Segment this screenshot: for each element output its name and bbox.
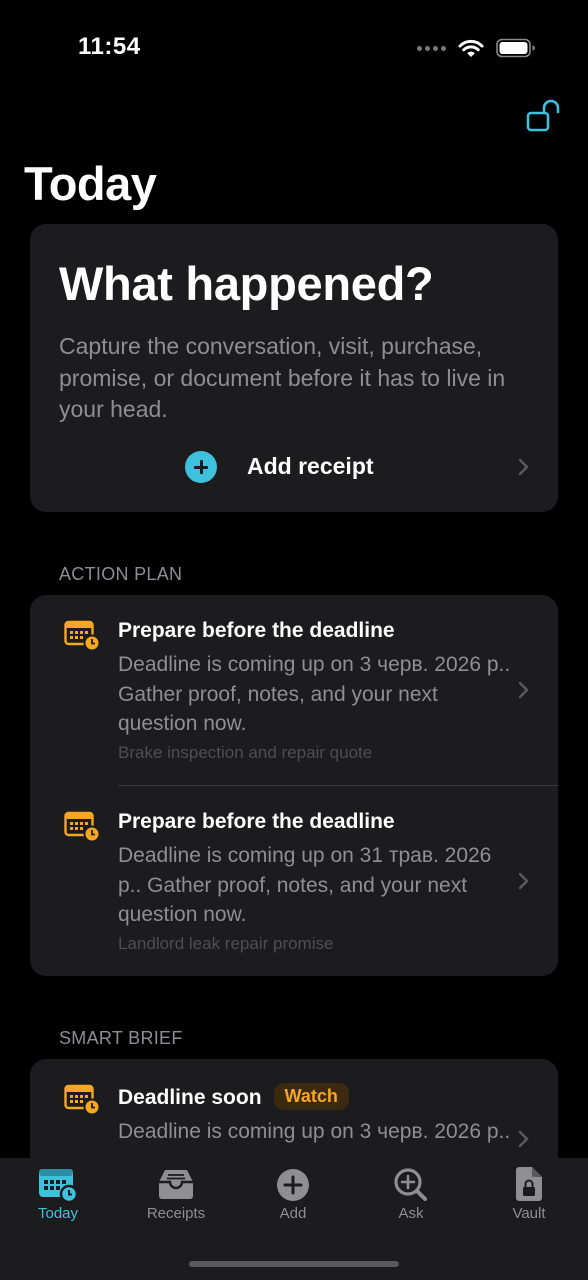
smart-brief-header: SMART BRIEF — [59, 1028, 183, 1048]
home-indicator — [189, 1261, 399, 1267]
tab-label: Vault — [512, 1205, 546, 1222]
status-icons — [417, 38, 536, 58]
unlock-icon[interactable] — [526, 99, 562, 133]
page-title: Today — [24, 157, 157, 210]
chevron-right-icon — [518, 1130, 529, 1148]
action-plan-header: ACTION PLAN — [59, 564, 183, 584]
plus-circle-icon — [185, 451, 217, 483]
tab-ask[interactable]: Ask — [361, 1166, 461, 1236]
action-item-title: Prepare before the deadline — [118, 619, 395, 642]
action-item[interactable]: Prepare before the deadline Deadline is … — [30, 595, 558, 786]
chevron-right-icon — [518, 681, 529, 699]
action-item-subtitle: Brake inspection and repair quote — [118, 743, 373, 762]
battery-icon — [496, 38, 535, 58]
tab-label: Ask — [398, 1205, 424, 1222]
tab-receipts[interactable]: Receipts — [126, 1166, 226, 1236]
calendar-clock-icon — [64, 811, 100, 842]
plus-circle-icon — [277, 1169, 309, 1201]
brief-item-description: Deadline is coming up on 3 черв. 2026 р.… — [118, 1120, 511, 1143]
watch-badge: Watch — [273, 1083, 349, 1110]
action-item-subtitle: Landlord leak repair promise — [118, 934, 334, 953]
action-item-title: Prepare before the deadline — [118, 810, 395, 833]
tab-label: Add — [279, 1205, 307, 1222]
chevron-right-icon — [518, 872, 529, 890]
action-item[interactable]: Prepare before the deadline Deadline is … — [30, 786, 558, 976]
today-calendar-icon — [39, 1169, 79, 1202]
add-receipt-button[interactable]: Add receipt — [30, 447, 558, 487]
add-receipt-label: Add receipt — [247, 453, 374, 479]
inbox-tray-icon — [159, 1170, 193, 1199]
tab-vault[interactable]: Vault — [479, 1166, 579, 1236]
tab-label: Receipts — [146, 1205, 206, 1222]
tab-add[interactable]: Add — [243, 1166, 343, 1236]
status-time: 11:54 — [78, 33, 141, 60]
calendar-clock-icon — [64, 620, 100, 651]
action-plan-card: Prepare before the deadline Deadline is … — [30, 595, 558, 976]
lock-document-icon — [516, 1167, 542, 1201]
brief-item-title-text: Deadline soon — [118, 1086, 262, 1109]
action-item-description: Deadline is coming up on 3 черв. 2026 р.… — [118, 653, 511, 735]
magnify-plus-icon — [394, 1168, 427, 1201]
status-bar: 11:54 — [0, 0, 588, 96]
action-item-description: Deadline is coming up on 31 трав. 2026 р… — [118, 844, 492, 926]
brief-item-title: Deadline soon Watch — [118, 1083, 349, 1110]
tab-label: Today — [37, 1205, 79, 1222]
capture-description: Capture the conversation, visit, purchas… — [59, 333, 506, 422]
cellular-signal-icon — [417, 45, 446, 51]
tab-today[interactable]: Today — [8, 1166, 108, 1236]
capture-card: What happened? Capture the conversation,… — [30, 224, 558, 512]
calendar-clock-icon — [64, 1084, 100, 1115]
chevron-right-icon — [518, 458, 529, 476]
wifi-icon — [458, 39, 484, 57]
capture-title: What happened? — [59, 257, 434, 310]
